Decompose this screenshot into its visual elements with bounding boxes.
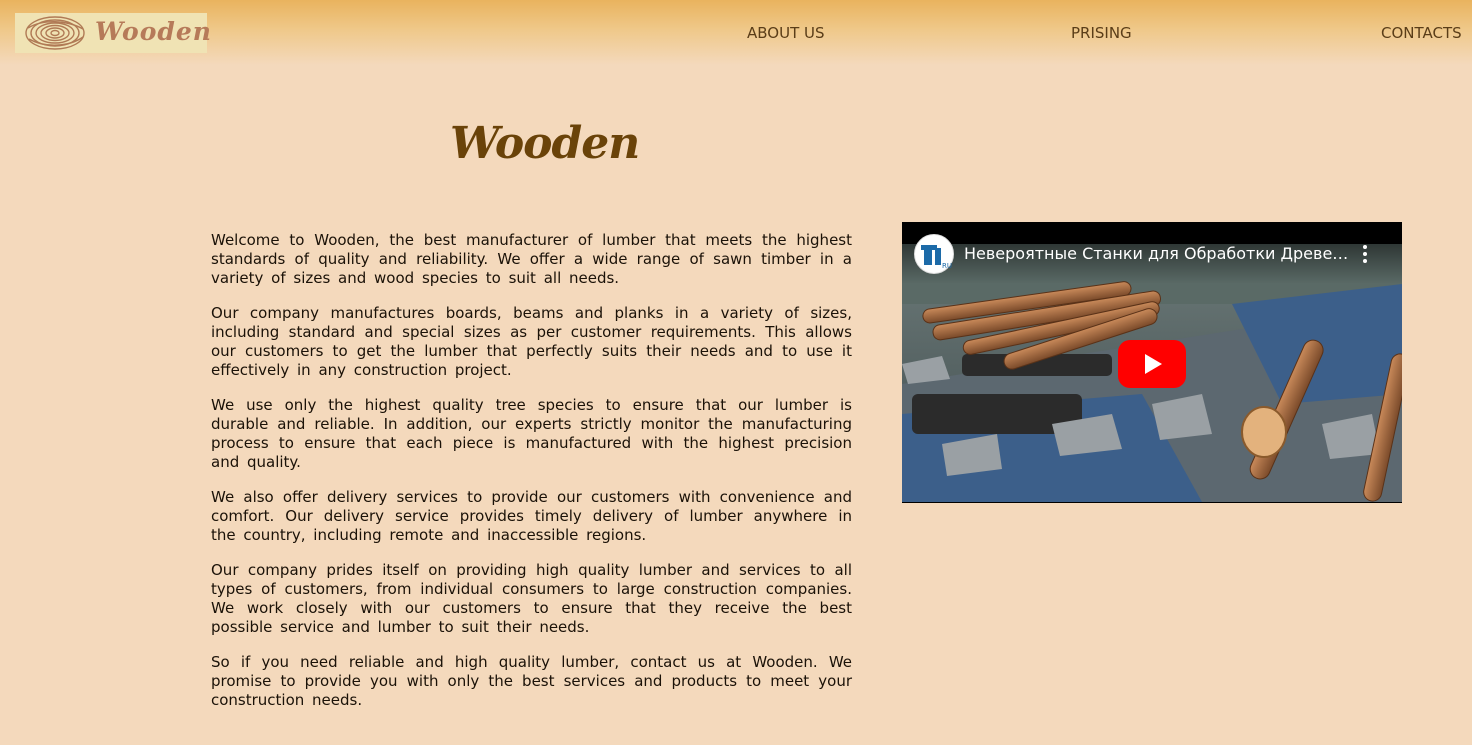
page-title: Wooden <box>450 118 640 169</box>
paragraph-contact: So if you need reliable and high quality… <box>211 653 852 709</box>
nav-contacts[interactable]: CONTACTS <box>1381 24 1462 42</box>
play-button-icon[interactable] <box>1118 340 1186 388</box>
paragraph-products: Our company manufactures boards, beams a… <box>211 304 852 379</box>
logo-link[interactable]: Wooden <box>15 13 211 53</box>
paragraph-customers: Our company prides itself on providing h… <box>211 561 852 636</box>
paragraph-welcome: Welcome to Wooden, the best manufacturer… <box>211 231 852 287</box>
header-bar: Wooden ABOUT US PRISING CONTACTS <box>0 0 1472 65</box>
paragraph-delivery: We also offer delivery services to provi… <box>211 488 852 544</box>
nav-pricing[interactable]: PRISING <box>1071 24 1132 42</box>
logo-wood-rings-icon <box>25 16 85 50</box>
about-text-section: Welcome to Wooden, the best manufacturer… <box>211 231 852 726</box>
more-options-icon[interactable] <box>1362 244 1368 264</box>
paragraph-quality: We use only the highest quality tree spe… <box>211 396 852 471</box>
video-player[interactable]: RU Невероятные Станки для Обработки Древ… <box>902 222 1402 503</box>
nav-about-us[interactable]: ABOUT US <box>747 24 825 42</box>
logo-text: Wooden <box>95 17 212 46</box>
video-title[interactable]: Невероятные Станки для Обработки Древеси… <box>964 244 1354 263</box>
channel-avatar-icon[interactable]: RU <box>914 234 954 274</box>
channel-avatar-text: RU <box>942 262 952 270</box>
